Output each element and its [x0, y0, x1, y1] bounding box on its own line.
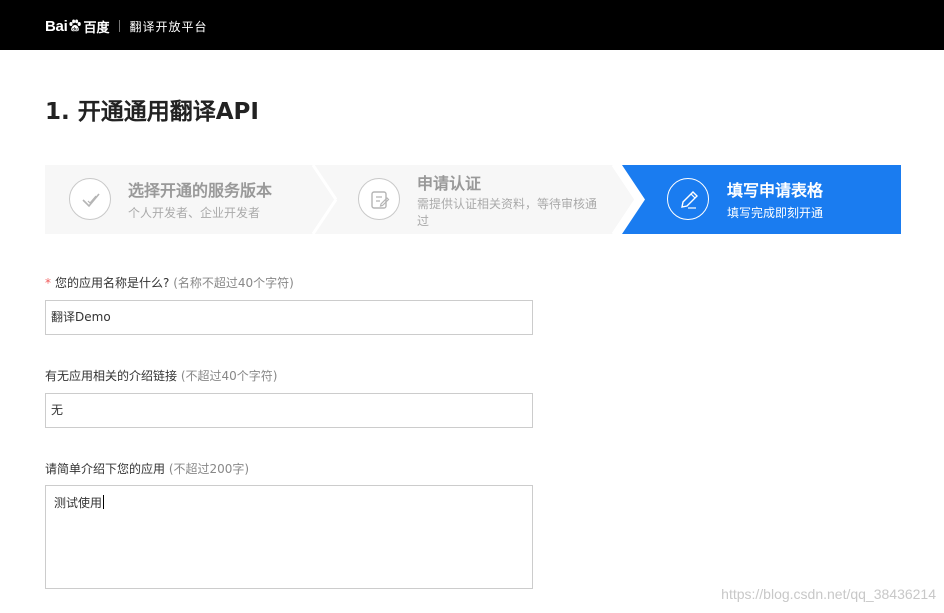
check-icon — [69, 178, 111, 220]
app-name-input[interactable]: 翻译Demo — [45, 300, 533, 335]
step-2-desc: 需提供认证相关资料，等待审核通过 — [417, 197, 598, 228]
intro-link-input[interactable]: 无 — [45, 393, 533, 428]
intro-link-label: 有无应用相关的介绍链接 (不超过40个字符) — [45, 367, 277, 384]
step-3-desc: 填写完成即刻开通 — [727, 206, 824, 220]
app-name-label: * 您的应用名称是什么? (名称不超过40个字符) — [45, 274, 294, 291]
app-name-value: 翻译Demo — [51, 310, 111, 324]
svg-text:du: du — [73, 26, 79, 31]
csdn-watermark: https://blog.csdn.net/qq_38436214 — [721, 586, 936, 602]
pencil-icon — [667, 178, 709, 220]
logo-text-du: 百度 — [83, 20, 110, 36]
step-1-desc: 个人开发者、企业开发者 — [128, 206, 261, 220]
step-1-title: 选择开通的服务版本 — [128, 181, 273, 200]
page-title: 1. 开通通用翻译API — [45, 99, 259, 125]
intro-link-value: 无 — [51, 403, 64, 417]
logo-text-bai: Bai — [45, 17, 68, 35]
top-navbar: Bai du 百度 翻译开放平台 — [0, 0, 944, 50]
required-mark: * — [45, 276, 51, 290]
intro-text-label-text: 请简单介绍下您的应用 — [45, 462, 166, 476]
step-3-title: 填写申请表格 — [727, 181, 824, 200]
platform-name: 翻译开放平台 — [129, 19, 208, 34]
paw-icon: du — [69, 19, 82, 31]
intro-link-hint: (不超过40个字符) — [180, 369, 278, 383]
text-caret — [103, 495, 105, 509]
step-2-apply-certification: 申请认证 需提供认证相关资料，等待审核通过 — [335, 165, 635, 234]
app-name-hint: (名称不超过40个字符) — [173, 276, 294, 290]
step-3-fill-form: 填写申请表格 填写完成即刻开通 — [635, 165, 901, 234]
document-edit-icon — [358, 178, 400, 220]
app-name-label-text: 您的应用名称是什么? — [55, 276, 170, 290]
intro-link-label-text: 有无应用相关的介绍链接 — [45, 369, 178, 383]
intro-text-textarea[interactable]: 测试使用 — [45, 485, 533, 589]
intro-text-value: 测试使用 — [54, 496, 103, 510]
baidu-logo[interactable]: Bai du 百度 翻译开放平台 — [45, 16, 207, 36]
intro-text-hint: (不超过200字) — [168, 462, 250, 476]
intro-text-label: 请简单介绍下您的应用 (不超过200字) — [45, 460, 249, 477]
step-indicator: 选择开通的服务版本 个人开发者、企业开发者 申请认证 需提供认证相关资料，等待审… — [45, 165, 901, 234]
step-1-select-version: 选择开通的服务版本 个人开发者、企业开发者 — [45, 165, 335, 234]
step-2-title: 申请认证 — [417, 174, 482, 193]
logo-divider — [119, 20, 121, 32]
